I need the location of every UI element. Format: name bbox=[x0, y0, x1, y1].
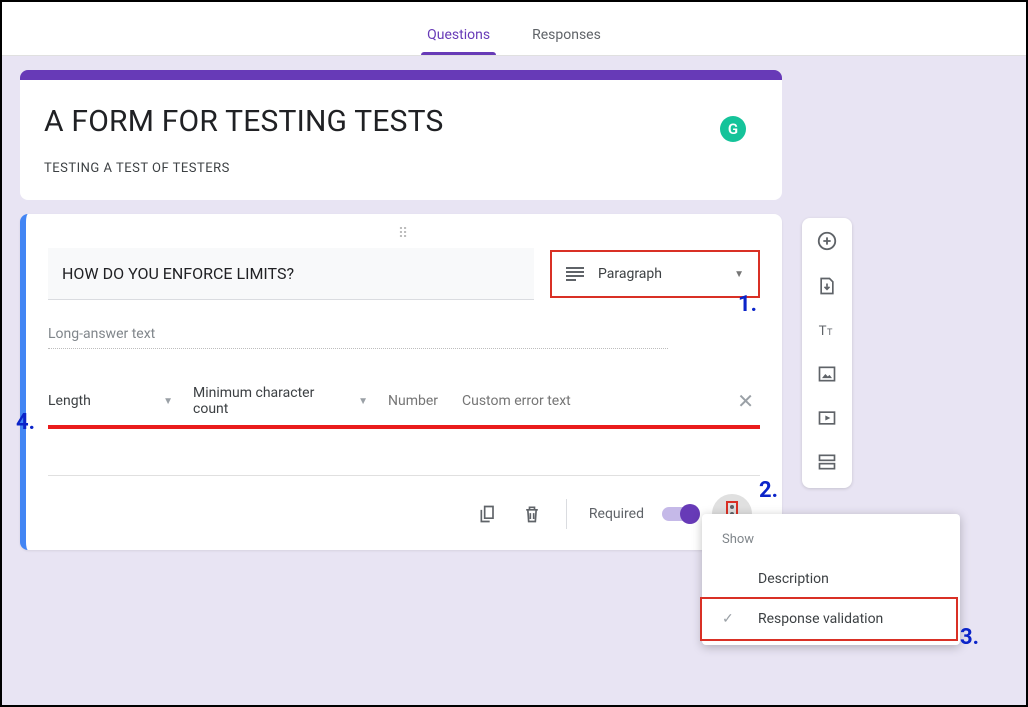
more-options-menu: Show Description ✓ Response validation bbox=[702, 514, 960, 645]
image-icon bbox=[817, 364, 837, 384]
paragraph-icon bbox=[566, 267, 584, 281]
validation-error-input[interactable] bbox=[462, 393, 602, 409]
plus-circle-icon bbox=[816, 230, 838, 252]
delete-button[interactable] bbox=[514, 496, 550, 532]
check-icon: ✓ bbox=[722, 611, 742, 627]
validation-number-input[interactable] bbox=[388, 393, 442, 409]
question-footer: Required bbox=[48, 475, 760, 550]
svg-text:T: T bbox=[827, 328, 833, 338]
validation-row: Length ▼ Minimum character count ▼ ✕ bbox=[48, 385, 760, 429]
question-text-input[interactable] bbox=[48, 248, 534, 300]
add-image-button[interactable] bbox=[817, 364, 837, 388]
menu-item-response-validation[interactable]: ✓ Response validation bbox=[702, 599, 960, 639]
add-section-button[interactable] bbox=[817, 452, 837, 476]
tab-questions[interactable]: Questions bbox=[421, 27, 496, 55]
form-description[interactable]: TESTING A TEST OF TESTERS bbox=[44, 161, 758, 176]
chevron-down-icon: ▼ bbox=[163, 396, 173, 407]
import-icon bbox=[817, 276, 837, 296]
add-question-button[interactable] bbox=[816, 230, 838, 256]
remove-validation-icon[interactable]: ✕ bbox=[737, 389, 760, 413]
divider bbox=[566, 499, 567, 529]
trash-icon bbox=[522, 504, 542, 524]
menu-item-description[interactable]: Description bbox=[702, 559, 960, 599]
menu-item-label: Description bbox=[758, 571, 829, 587]
required-toggle[interactable] bbox=[662, 507, 698, 521]
question-type-dropdown[interactable]: Paragraph ▼ bbox=[550, 250, 760, 298]
validation-condition-dropdown[interactable]: Minimum character count ▼ bbox=[193, 385, 368, 417]
validation-condition-label: Minimum character count bbox=[193, 385, 350, 417]
import-questions-button[interactable] bbox=[817, 276, 837, 300]
question-type-label: Paragraph bbox=[598, 266, 720, 282]
question-card: ⠿ Paragraph ▼ Long-answer text Length ▼ … bbox=[20, 214, 782, 550]
chevron-down-icon: ▼ bbox=[358, 396, 368, 407]
validation-rule-dropdown[interactable]: Length ▼ bbox=[48, 393, 173, 409]
video-icon bbox=[817, 408, 837, 428]
form-header-card: A FORM FOR TESTING TESTS TESTING A TEST … bbox=[20, 70, 782, 200]
svg-text:T: T bbox=[819, 324, 827, 339]
tab-responses[interactable]: Responses bbox=[526, 27, 607, 55]
validation-rule-label: Length bbox=[48, 393, 91, 409]
required-label: Required bbox=[589, 506, 644, 522]
form-canvas: A FORM FOR TESTING TESTS TESTING A TEST … bbox=[2, 56, 1026, 705]
annotation-3: 3. bbox=[960, 625, 979, 650]
menu-item-label: Response validation bbox=[758, 611, 883, 627]
copy-icon bbox=[478, 504, 498, 524]
text-icon: TT bbox=[817, 320, 837, 340]
menu-section-label: Show bbox=[702, 528, 960, 559]
form-title[interactable]: A FORM FOR TESTING TESTS bbox=[44, 104, 758, 139]
section-icon bbox=[817, 452, 837, 472]
drag-handle-icon[interactable]: ⠿ bbox=[48, 226, 760, 244]
chevron-down-icon: ▼ bbox=[734, 269, 744, 280]
top-tabs: Questions Responses bbox=[2, 2, 1026, 56]
grammarly-badge[interactable]: G bbox=[720, 116, 746, 142]
side-toolbar: TT bbox=[802, 218, 852, 488]
add-video-button[interactable] bbox=[817, 408, 837, 432]
long-answer-placeholder: Long-answer text bbox=[48, 326, 668, 349]
duplicate-button[interactable] bbox=[470, 496, 506, 532]
add-title-button[interactable]: TT bbox=[817, 320, 837, 344]
